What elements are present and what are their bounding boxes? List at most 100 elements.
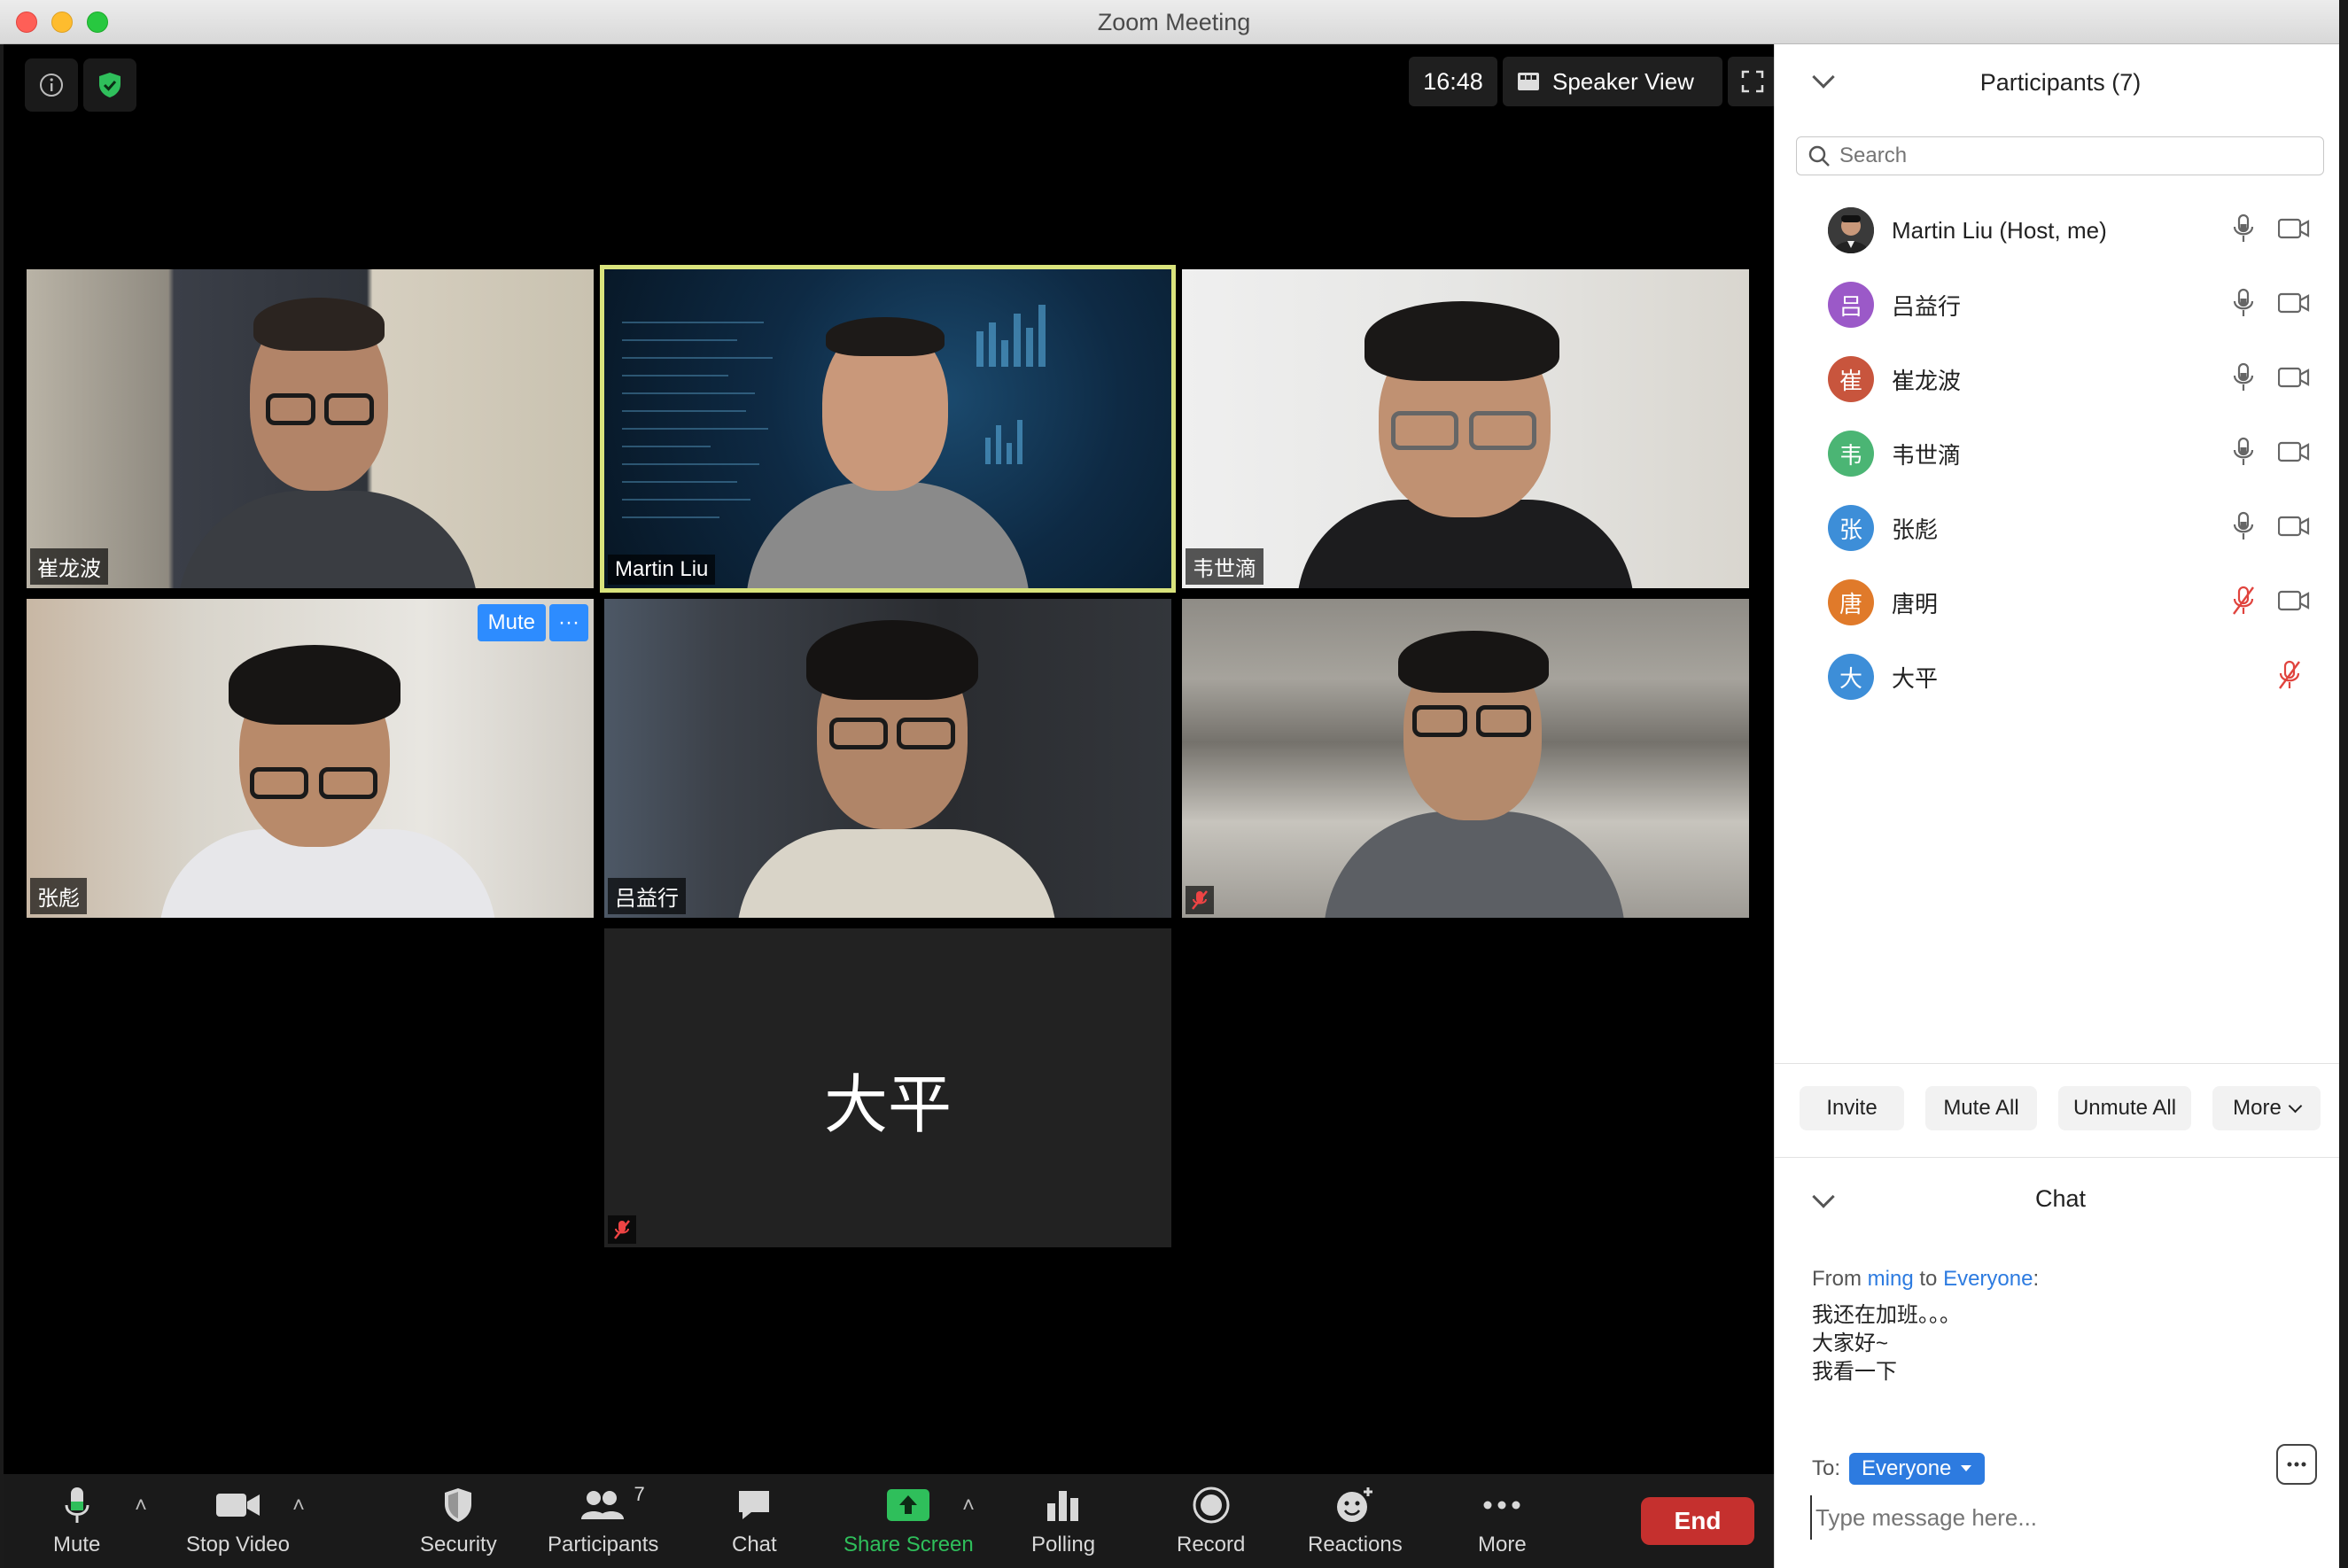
microphone-icon[interactable]: [2232, 511, 2255, 546]
participants-count: 7: [634, 1483, 645, 1505]
audio-options-caret[interactable]: ˄: [135, 1494, 147, 1518]
chat-button[interactable]: Chat: [732, 1483, 777, 1557]
participant-hair: [229, 645, 400, 725]
participant-name: 崔龙波: [1892, 367, 1962, 394]
participant-glasses: [1476, 705, 1531, 737]
chat-message: 我看一下: [1812, 1360, 1897, 1384]
participant-row[interactable]: 韦韦世滴: [1775, 416, 2346, 491]
mic-muted-icon: [614, 1220, 630, 1239]
participant-row[interactable]: 崔崔龙波: [1775, 342, 2346, 416]
participants-button[interactable]: 7 Participants: [548, 1483, 658, 1557]
tile-name-tag: 吕益行: [608, 878, 686, 914]
video-camera-icon[interactable]: [2277, 218, 2310, 244]
tile-name-tag: 崔龙波: [30, 548, 108, 585]
chat-from-prefix: From: [1812, 1267, 1862, 1291]
microphone-icon[interactable]: [2232, 288, 2255, 322]
record-button[interactable]: Record: [1177, 1483, 1245, 1557]
ellipsis-icon: [2287, 1462, 2306, 1467]
security-button[interactable]: Security: [420, 1483, 497, 1557]
caret-down-icon: [1961, 1465, 1972, 1471]
participant-glasses: [1469, 411, 1536, 450]
video-tile[interactable]: 崔龙波: [27, 269, 594, 588]
share-screen-button[interactable]: Share Screen: [844, 1483, 974, 1557]
avatar: 韦: [1828, 431, 1874, 477]
meeting-clock: 16:48: [1409, 57, 1497, 106]
meeting-info-button[interactable]: [25, 58, 78, 112]
to-label: To:: [1812, 1456, 1841, 1480]
unmute-all-button[interactable]: Unmute All: [2058, 1086, 2191, 1130]
reactions-label: Reactions: [1308, 1533, 1403, 1556]
chat-title: Chat: [2034, 1185, 2087, 1212]
divider: [1775, 1063, 2346, 1064]
participants-header: Participants (7): [1775, 44, 2346, 124]
participant-row[interactable]: 张张彪: [1775, 491, 2346, 565]
search-icon: [1808, 145, 1830, 167]
video-tile-active-speaker[interactable]: Martin Liu: [600, 265, 1176, 593]
video-camera-icon[interactable]: [2277, 292, 2310, 318]
video-tile-no-video[interactable]: 大平: [604, 928, 1171, 1247]
video-tile[interactable]: Mute ··· 张彪: [27, 599, 594, 918]
participant-body: [1324, 811, 1625, 918]
mute-button[interactable]: Mute: [53, 1483, 100, 1557]
video-gallery: 16:48 Speaker View 崔龙波 Martin Liu 韦世滴 Mu…: [4, 44, 1777, 1568]
stop-video-button[interactable]: Stop Video: [186, 1483, 290, 1557]
video-camera-icon[interactable]: [2277, 590, 2310, 616]
microphone-icon[interactable]: [2232, 213, 2255, 248]
participants-more-button[interactable]: More: [2212, 1086, 2321, 1130]
chat-message: 大家好~: [1812, 1331, 1889, 1355]
participants-title: Participants (7): [1979, 69, 2142, 96]
microphone-icon[interactable]: [2232, 437, 2255, 471]
tile-name-tag: 张彪: [30, 878, 87, 914]
chevron-down-icon: [2288, 1098, 2303, 1113]
participant-glasses: [250, 767, 308, 799]
participant-name: 张彪: [1892, 516, 1939, 543]
avatar: 崔: [1828, 356, 1874, 402]
participant-search[interactable]: [1796, 136, 2324, 175]
tile-mute-button[interactable]: Mute: [477, 604, 546, 641]
meeting-toolbar: Mute ˄ Stop Video ˄ Security 7 Participa…: [4, 1474, 1774, 1568]
shield-icon: [445, 1488, 472, 1522]
encryption-shield-button[interactable]: [83, 58, 136, 112]
chat-message-input[interactable]: [1810, 1495, 2324, 1540]
video-options-caret[interactable]: ˄: [292, 1494, 305, 1518]
chat-to-word: to: [1919, 1267, 1938, 1291]
video-tile[interactable]: 韦世滴: [1182, 269, 1749, 588]
participant-row[interactable]: 唐唐明: [1775, 565, 2346, 640]
participant-row[interactable]: 大大平: [1775, 640, 2346, 714]
video-tile[interactable]: 吕益行: [604, 599, 1171, 918]
video-camera-icon[interactable]: [2277, 367, 2310, 392]
invite-button[interactable]: Invite: [1800, 1086, 1904, 1130]
video-camera-icon[interactable]: [2277, 516, 2310, 541]
chat-sender-link[interactable]: ming: [1868, 1267, 1914, 1291]
tile-name-tag: Martin Liu: [608, 555, 716, 585]
end-meeting-button[interactable]: End: [1641, 1497, 1754, 1545]
tile-name-tag: 韦世滴: [1186, 548, 1263, 585]
more-button[interactable]: More: [1478, 1483, 1527, 1557]
participant-glasses: [1412, 705, 1467, 737]
chat-recipient-link[interactable]: Everyone: [1943, 1267, 2033, 1291]
stop-video-label: Stop Video: [186, 1533, 290, 1556]
fullscreen-button[interactable]: [1728, 57, 1777, 106]
mic-muted-icon[interactable]: [2278, 660, 2301, 695]
mute-all-button[interactable]: Mute All: [1925, 1086, 2037, 1130]
divider: [1775, 1157, 2346, 1158]
polling-button[interactable]: Polling: [1031, 1483, 1095, 1557]
search-input[interactable]: [1839, 144, 2323, 168]
recipient-select[interactable]: Everyone: [1849, 1453, 1986, 1485]
chat-more-button[interactable]: [2276, 1444, 2317, 1485]
avatar: 吕: [1828, 282, 1874, 328]
bar-chart-icon: [1047, 1491, 1079, 1521]
participants-icon: [580, 1491, 624, 1519]
participant-row[interactable]: Martin Liu (Host, me): [1775, 193, 2346, 268]
reactions-button[interactable]: Reactions: [1308, 1483, 1403, 1557]
speaker-view-button[interactable]: Speaker View: [1503, 57, 1722, 106]
tile-muted-indicator: [1186, 886, 1214, 914]
video-tile[interactable]: [1182, 599, 1749, 918]
video-camera-icon[interactable]: [2277, 441, 2310, 467]
participants-more-label: More: [2233, 1096, 2282, 1120]
participant-row[interactable]: 吕吕益行: [1775, 268, 2346, 342]
microphone-icon[interactable]: [2232, 362, 2255, 397]
mic-muted-icon[interactable]: [2232, 586, 2255, 620]
share-options-caret[interactable]: ˄: [962, 1494, 975, 1518]
tile-more-button[interactable]: ···: [549, 604, 588, 641]
